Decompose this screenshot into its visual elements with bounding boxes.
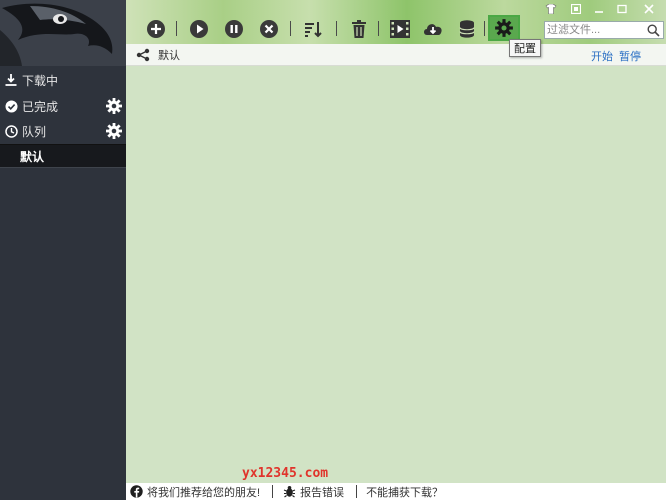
queue-header: 默认 开始 暂停 bbox=[126, 44, 666, 66]
sidebar-item-label: 下载中 bbox=[22, 73, 59, 88]
bug-icon bbox=[282, 485, 296, 499]
sidebar-subitem-default-queue[interactable]: 默认 bbox=[0, 144, 126, 168]
status-bar: 将我们推荐给您的朋友! 报告错误 不能捕获下载？ bbox=[126, 483, 666, 500]
watermark: yx12345.com bbox=[242, 466, 329, 481]
search-icon[interactable] bbox=[645, 22, 661, 38]
toolbar-separator bbox=[176, 21, 177, 36]
download-icon bbox=[4, 73, 18, 87]
delete-button[interactable] bbox=[347, 17, 371, 41]
close-icon[interactable] bbox=[640, 2, 658, 16]
footer-separator bbox=[356, 485, 358, 498]
toolbar-separator bbox=[378, 21, 379, 36]
toolbar-separator bbox=[484, 21, 485, 36]
filter-input[interactable] bbox=[545, 22, 645, 38]
eagle-logo bbox=[0, 0, 126, 66]
pause-button[interactable] bbox=[222, 17, 246, 41]
sidebar-item-label: 已完成 bbox=[22, 99, 59, 114]
database-button[interactable] bbox=[455, 17, 479, 41]
queue-pause-link[interactable]: 暂停 bbox=[619, 48, 641, 64]
sort-button[interactable] bbox=[301, 17, 325, 41]
sidebar-item-completed[interactable]: 已完成 bbox=[0, 94, 126, 118]
stop-button[interactable] bbox=[257, 17, 281, 41]
start-button[interactable] bbox=[187, 17, 211, 41]
facebook-icon bbox=[129, 485, 143, 499]
skin-icon[interactable] bbox=[542, 2, 560, 16]
filter-search-box bbox=[544, 21, 664, 39]
cloud-download-button[interactable] bbox=[421, 17, 445, 41]
sidebar-item-downloading[interactable]: 下载中 bbox=[0, 68, 126, 92]
queue-start-link[interactable]: 开始 bbox=[591, 48, 613, 64]
report-bug-label: 报告错误 bbox=[300, 486, 345, 499]
clock-icon bbox=[4, 124, 18, 138]
maximize-icon[interactable] bbox=[613, 2, 631, 16]
gear-icon[interactable] bbox=[105, 97, 123, 115]
sidebar: 下载中 已完成 队列 默认 bbox=[0, 0, 126, 500]
footer-separator bbox=[272, 485, 274, 498]
toolbar-separator bbox=[290, 21, 291, 36]
toolbar-separator bbox=[336, 21, 337, 36]
check-circle-icon bbox=[4, 99, 18, 113]
queue-title: 默认 bbox=[158, 49, 180, 62]
minimize-icon[interactable] bbox=[590, 2, 608, 16]
share-icon bbox=[136, 48, 150, 62]
add-download-button[interactable] bbox=[144, 17, 168, 41]
download-list-area[interactable] bbox=[126, 66, 666, 483]
sidebar-item-queue[interactable]: 队列 bbox=[0, 119, 126, 143]
video-grabber-button[interactable] bbox=[388, 17, 412, 41]
settings-button[interactable] bbox=[488, 15, 520, 41]
restore-icon[interactable] bbox=[567, 2, 585, 16]
capture-help-link[interactable]: 不能捕获下载？ bbox=[363, 484, 449, 500]
recommend-link[interactable]: 将我们推荐给您的朋友! bbox=[126, 484, 266, 500]
settings-tooltip: 配置 bbox=[509, 39, 541, 57]
gear-icon[interactable] bbox=[105, 122, 123, 140]
report-bug-link[interactable]: 报告错误 bbox=[279, 484, 350, 500]
recommend-label: 将我们推荐给您的朋友! bbox=[147, 486, 261, 499]
capture-help-label: 不能捕获下载？ bbox=[366, 486, 444, 499]
sidebar-item-label: 队列 bbox=[22, 124, 47, 139]
